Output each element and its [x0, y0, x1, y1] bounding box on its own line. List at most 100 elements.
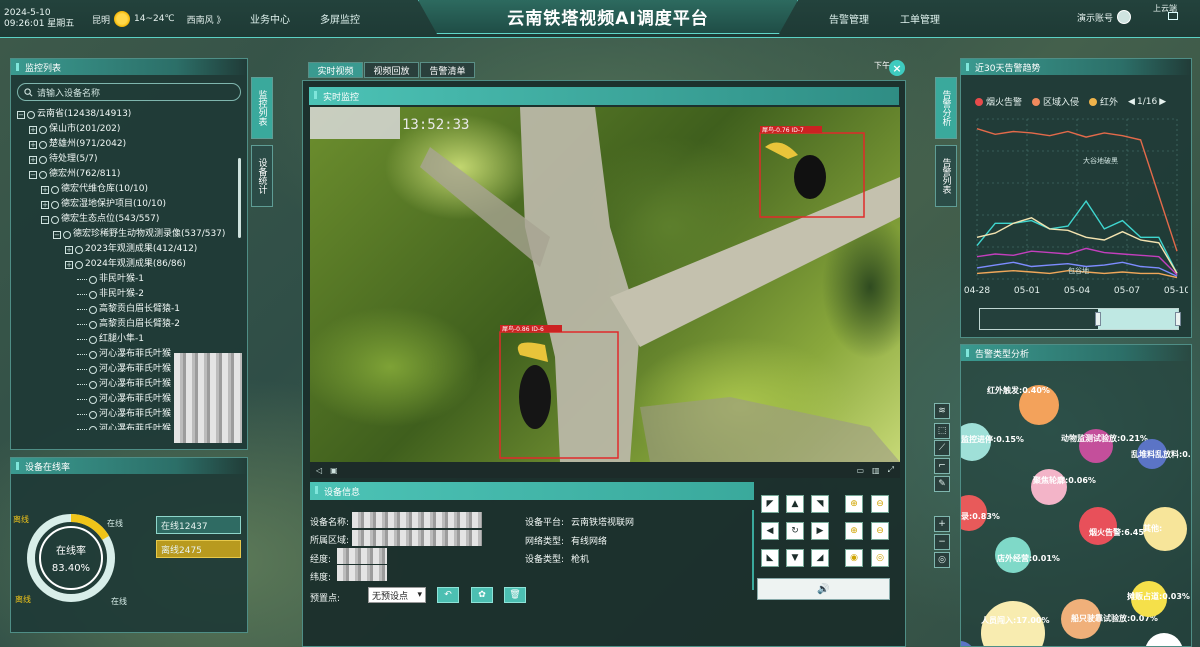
collapse-icon[interactable]: − [17, 110, 25, 119]
split-icon[interactable]: ▥ [872, 466, 880, 475]
select-icon[interactable]: ⬚ [934, 423, 950, 439]
alarm-type-bubble[interactable] [961, 641, 975, 646]
nav-business-center[interactable]: 业务中心 [250, 11, 290, 26]
alarm-type-bubble[interactable] [1145, 633, 1183, 646]
preset-delete-button[interactable]: 🗑 [504, 587, 526, 603]
preset-set-button[interactable]: ✿ [471, 587, 493, 603]
osd-mosaic [310, 107, 400, 139]
expand-icon[interactable]: + [65, 245, 73, 254]
tree-node-label: 云南省(12438/14913) [37, 109, 132, 119]
tree-node[interactable]: + 德宏湿地保护项目(10/10) [17, 197, 247, 212]
slider-handle-right[interactable] [1175, 312, 1181, 326]
map-zoom-in-icon[interactable]: + [934, 516, 950, 532]
focus-near-button[interactable]: ⊕ [845, 522, 863, 540]
legend-item-intrusion[interactable]: 区域入侵 [1032, 95, 1079, 108]
speaker-button[interactable]: 🔊 [757, 578, 890, 600]
pencil-icon[interactable]: ✎ [934, 476, 950, 492]
tree-node[interactable]: − 德宏生态点位(543/557) [17, 212, 247, 227]
tree-scrollbar[interactable] [238, 158, 241, 238]
ptz-left-button[interactable]: ◀ [761, 522, 779, 540]
tree-node[interactable]: + 保山市(201/202) [17, 122, 247, 137]
tree-node[interactable]: 非民叶猴-1 [17, 272, 247, 287]
tab-alarm-list-side[interactable]: 告警列表 [935, 145, 957, 207]
preset-select[interactable]: 无预设点 ▾ [368, 587, 426, 603]
tree-node[interactable]: +2024年观测成果(86/86) [17, 257, 247, 272]
tree-node[interactable]: 非民叶猴-2 [17, 287, 247, 302]
measure-icon[interactable]: ⌐ [934, 458, 950, 474]
zoom-slider[interactable] [979, 308, 1181, 330]
alarm-type-bubble[interactable] [1079, 507, 1117, 545]
ptz-right-button[interactable]: ▶ [811, 522, 829, 540]
collapse-icon[interactable]: − [53, 230, 61, 239]
map-zoom-out-icon[interactable]: − [934, 534, 950, 550]
tree-node[interactable]: +2023年观测成果(412/412) [17, 242, 247, 257]
ptz-down-button[interactable]: ▼ [786, 549, 804, 567]
zoom-slider-range[interactable] [1098, 309, 1178, 329]
device-search-input[interactable]: 请输入设备名称 [17, 83, 241, 101]
ptz-up-button[interactable]: ▲ [786, 495, 804, 513]
longitude-label: 经度: [310, 555, 332, 565]
expand-icon[interactable]: + [41, 200, 49, 209]
user-menu[interactable]: 演示账号 [1077, 10, 1132, 24]
ptz-up-right-button[interactable]: ◥ [811, 495, 829, 513]
fullscreen-icon[interactable]: ⤢ [888, 465, 894, 475]
tab-live-video[interactable]: 实时视频 [308, 62, 363, 78]
ptz-down-left-button[interactable]: ◣ [761, 549, 779, 567]
x-tick-label: 04-28 [964, 286, 990, 296]
collapse-icon[interactable]: − [41, 215, 49, 224]
focus-far-button[interactable]: ⊖ [871, 522, 889, 540]
slider-handle-left[interactable] [1095, 312, 1101, 326]
series-line[interactable] [976, 199, 1178, 274]
expand-icon[interactable]: + [29, 140, 37, 149]
zoom-in-button[interactable]: ⊕ [845, 495, 863, 513]
tree-branch-right [610, 177, 900, 347]
platform-value: 云南铁塔视联网 [571, 518, 635, 528]
tree-node[interactable]: + 楚雄州(971/2042) [17, 137, 247, 152]
layers-icon[interactable]: ≋ [934, 403, 950, 419]
tab-alarm-list[interactable]: 告警清单 [420, 62, 475, 78]
tree-node[interactable]: − 云南省(12438/14913) [17, 107, 247, 122]
tree-node[interactable]: − 德宏州(762/811) [17, 167, 247, 182]
nav-multi-screen[interactable]: 多屏监控 [320, 11, 360, 26]
tree-node[interactable]: 高黎贡白眉长臂猿-2 [17, 317, 247, 332]
alarm-type-bubble-label: 聚焦轮廓:0.06% [1033, 476, 1096, 485]
trend-legend: 烟火告警 区域入侵 红外 ◀ 1/16 ▶ [975, 95, 1166, 108]
tree-node[interactable]: − 德宏珍稀野生动物观测录像(537/537) [17, 227, 247, 242]
close-icon[interactable]: × [889, 60, 905, 76]
tree-node[interactable]: + 待处理(5/7) [17, 152, 247, 167]
monitor-icon[interactable] [1168, 12, 1178, 20]
preset-goto-button[interactable]: ↶ [437, 587, 459, 603]
legend-pager[interactable]: ◀ 1/16 ▶ [1128, 97, 1166, 107]
expand-icon[interactable]: + [41, 185, 49, 194]
ptz-down-right-button[interactable]: ◢ [811, 549, 829, 567]
tab-video-playback[interactable]: 视频回放 [364, 62, 419, 78]
expand-icon[interactable]: + [29, 125, 37, 134]
tab-device-stats[interactable]: 设备统计 [251, 145, 273, 207]
ptz-auto-button[interactable]: ↻ [786, 522, 804, 540]
tree-node[interactable]: 红腿小隼-1 [17, 332, 247, 347]
live-video-frame[interactable]: 犀鸟-0.76 ID-7 犀鸟-0.86 ID-6 13:52:33 [310, 107, 900, 462]
iris-close-button[interactable]: ◎ [871, 549, 889, 567]
nav-alarm-management[interactable]: 告警管理 [829, 11, 869, 26]
locate-icon[interactable]: ◎ [934, 552, 950, 568]
ptz-up-left-button[interactable]: ◤ [761, 495, 779, 513]
search-placeholder: 请输入设备名称 [37, 88, 101, 99]
alarm-type-bubbles: 红外触发:0.40% 监控进停:0.15% 动物监测试验放:0.21% 乱堆料乱放料:… [961, 345, 1191, 646]
tree-node[interactable]: 高黎贡白眉长臂猿-1 [17, 302, 247, 317]
gear-icon: ✿ [478, 590, 486, 600]
record-icon[interactable]: ▭ [856, 466, 864, 475]
tab-alarm-analysis[interactable]: 告警分析 [935, 77, 957, 139]
tree-node[interactable]: + 德宏代维仓库(10/10) [17, 182, 247, 197]
expand-icon[interactable]: + [65, 260, 73, 269]
legend-item-infrared[interactable]: 红外 [1089, 95, 1118, 108]
legend-item-fire[interactable]: 烟火告警 [975, 95, 1022, 108]
draw-line-icon[interactable]: ⟋ [934, 440, 950, 456]
volume-icon[interactable]: ◁ [316, 466, 322, 475]
expand-icon[interactable]: + [29, 155, 37, 164]
zoom-out-button[interactable]: ⊖ [871, 495, 889, 513]
collapse-icon[interactable]: − [29, 170, 37, 179]
snapshot-icon[interactable]: ▣ [330, 466, 338, 475]
nav-workorder-management[interactable]: 工单管理 [900, 11, 940, 26]
tab-monitor-list[interactable]: 监控列表 [251, 77, 273, 139]
iris-open-button[interactable]: ◉ [845, 549, 863, 567]
